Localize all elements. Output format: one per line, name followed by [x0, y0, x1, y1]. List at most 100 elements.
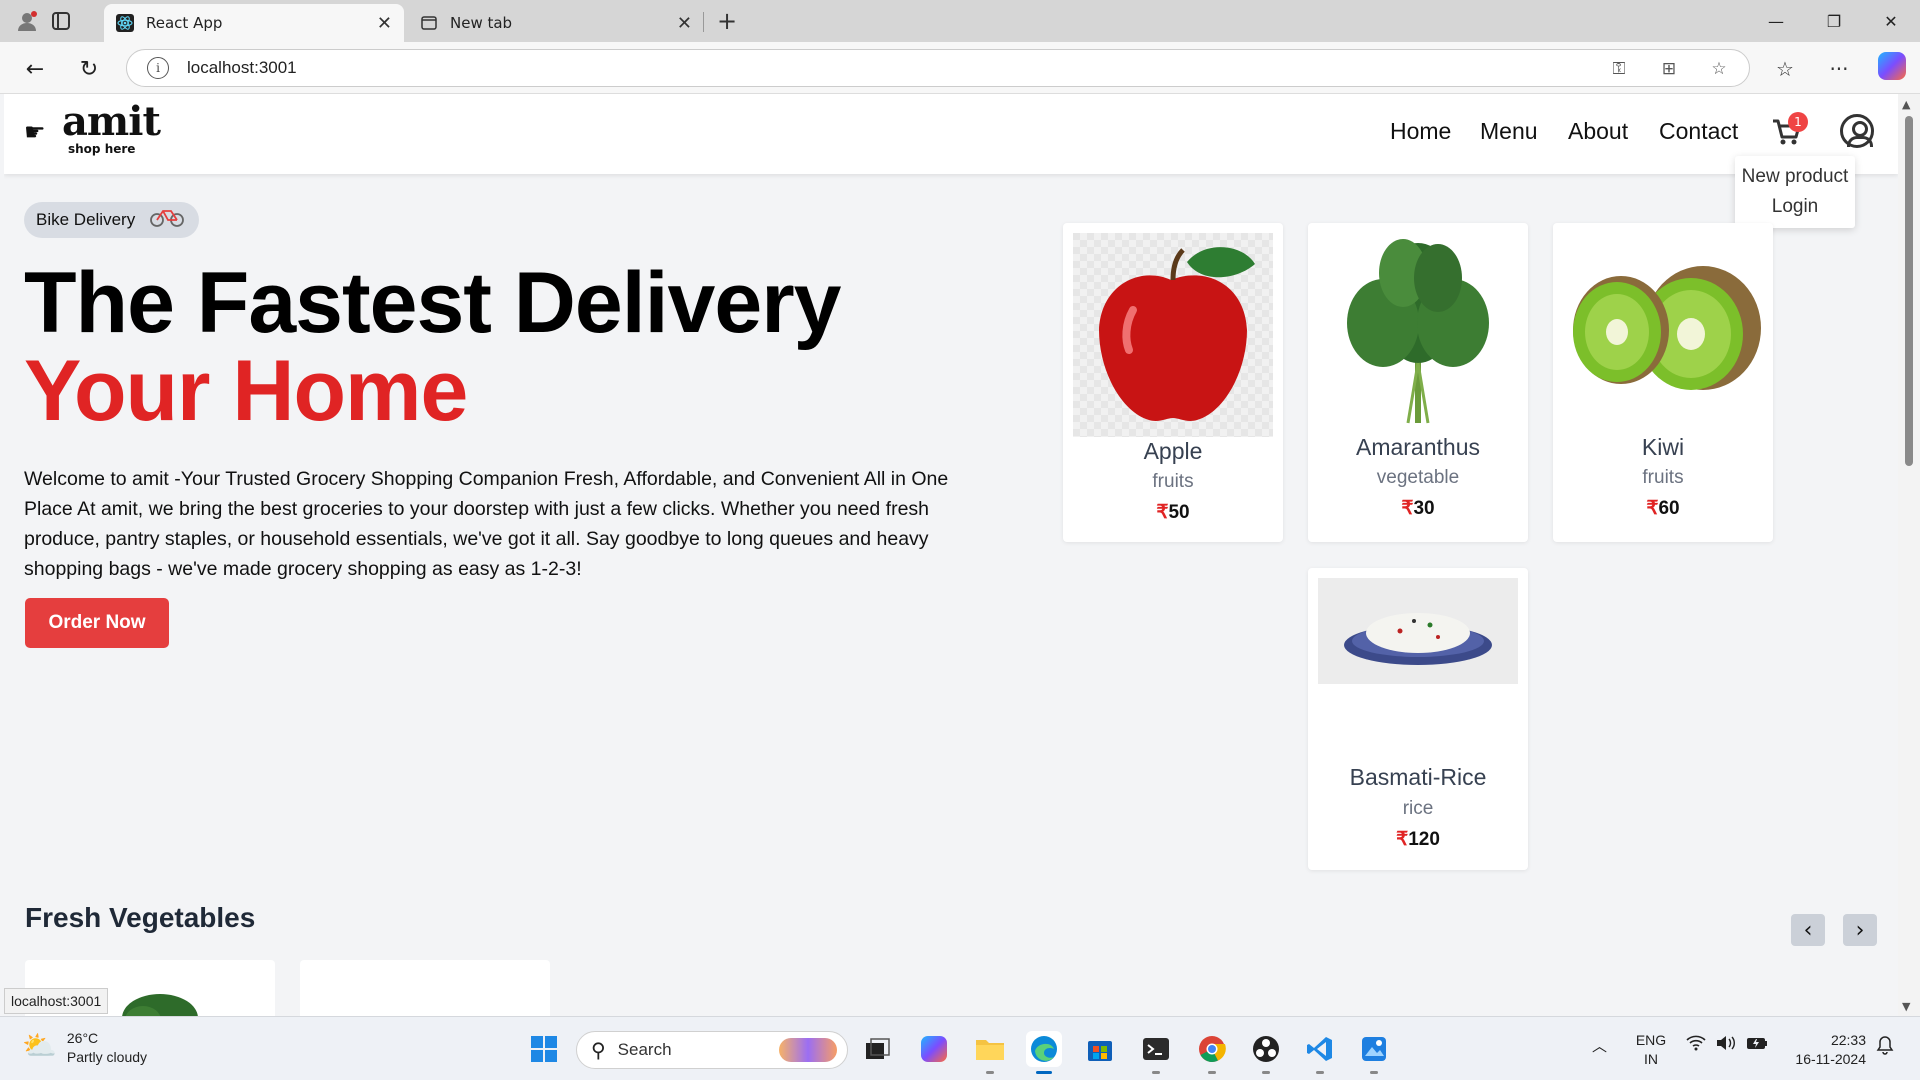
new-tab-button[interactable]: +	[712, 6, 742, 36]
nav-menu-link[interactable]: Menu	[1480, 118, 1538, 145]
tab-separator	[703, 12, 704, 32]
nav-home-link[interactable]: Home	[1390, 118, 1451, 145]
nav-contact-link[interactable]: Contact	[1659, 118, 1738, 145]
product-card-amaranthus[interactable]: Amaranthus vegetable ₹30	[1308, 223, 1528, 542]
apple-image	[1073, 233, 1273, 437]
hero-title-line2: Your Home	[24, 343, 468, 439]
tab-new-tab[interactable]: New tab ✕	[408, 4, 704, 42]
edge-browser-icon[interactable]	[1026, 1031, 1062, 1074]
pointing-hand-icon: ☛	[24, 118, 46, 146]
vegetable-card[interactable]	[300, 960, 550, 1016]
user-account-icon[interactable]	[1840, 114, 1874, 148]
restore-button[interactable]: ❐	[1805, 0, 1863, 42]
bicycle-icon	[149, 206, 185, 234]
key-icon[interactable]: ⚿	[1607, 57, 1631, 81]
product-price: ₹60	[1553, 497, 1773, 520]
price-value: 30	[1413, 498, 1435, 519]
product-name: Basmati-Rice	[1349, 764, 1487, 790]
hero-title-line1: The Fastest Delivery	[24, 255, 841, 351]
site-logo[interactable]: ☛ amit shop here	[22, 98, 161, 160]
app-available-icon[interactable]: ⊞	[1657, 57, 1681, 81]
browser-tab-bar: React App ✕ New tab ✕ + — ❐ ✕	[0, 0, 1920, 42]
address-toolbar: ← ↻ i localhost:3001 ⚿ ⊞ ☆ ☆ ···	[0, 42, 1920, 94]
amaranthus-image	[1318, 233, 1518, 433]
tab-actions-icon[interactable]	[46, 6, 76, 36]
taskbar-search[interactable]: ⚲ Search	[576, 1031, 848, 1069]
battery-icon[interactable]	[1746, 1035, 1768, 1055]
login-menu-item[interactable]: Login	[1735, 192, 1855, 222]
search-highlight-image	[779, 1038, 837, 1062]
product-card-basmati-rice[interactable]: Basmati-Rice rice ₹120	[1308, 568, 1528, 870]
user-dropdown-menu: New product Login	[1735, 156, 1855, 228]
cart-icon[interactable]: 1	[1770, 112, 1808, 152]
file-explorer-icon[interactable]	[972, 1031, 1008, 1074]
volume-icon[interactable]	[1716, 1035, 1736, 1055]
tab-react-app[interactable]: React App ✕	[104, 4, 404, 42]
photos-app-icon[interactable]	[1356, 1031, 1392, 1074]
address-bar[interactable]: i localhost:3001 ⚿ ⊞ ☆	[126, 49, 1750, 87]
scrollbar-thumb[interactable]	[1905, 116, 1913, 466]
language-indicator[interactable]: ENG IN	[1634, 1031, 1668, 1069]
scroll-up-icon[interactable]: ▲	[1902, 98, 1910, 111]
windows-start-icon[interactable]	[526, 1031, 562, 1067]
back-arrow-icon[interactable]: ←	[18, 52, 52, 86]
scroll-down-icon[interactable]: ▼	[1902, 1000, 1910, 1013]
product-price: ₹30	[1308, 497, 1528, 520]
notification-bell-icon[interactable]	[1876, 1035, 1894, 1059]
page-scrollbar[interactable]: ▲ ▼	[1898, 94, 1920, 1016]
new-product-menu-item[interactable]: New product	[1735, 162, 1855, 192]
site-info-icon[interactable]: i	[147, 57, 169, 79]
clock-date: 16-11-2024	[1795, 1051, 1866, 1067]
product-name: Amaranthus	[1355, 434, 1480, 460]
windows-taskbar: ⛅ 26°C Partly cloudy ⚲ Search ︿ ENG IN 2…	[0, 1016, 1920, 1080]
badge-label: Bike Delivery	[36, 210, 136, 229]
profile-icon[interactable]	[12, 6, 42, 36]
minimize-button[interactable]: —	[1747, 0, 1805, 42]
task-view-icon[interactable]	[860, 1031, 896, 1067]
tab-title: New tab	[450, 14, 513, 32]
product-card-kiwi[interactable]: Kiwi fruits ₹60	[1553, 223, 1773, 542]
price-value: 50	[1168, 502, 1190, 523]
wifi-icon[interactable]	[1686, 1035, 1706, 1055]
weather-widget[interactable]: ⛅ 26°C Partly cloudy	[22, 1029, 147, 1067]
terminal-icon[interactable]	[1138, 1031, 1174, 1074]
favorite-star-icon[interactable]: ☆	[1707, 57, 1731, 81]
hero-description: Welcome to amit -Your Trusted Grocery Sh…	[24, 468, 949, 580]
cart-count-badge: 1	[1788, 112, 1808, 132]
price-value: 60	[1658, 498, 1680, 519]
kiwi-image	[1563, 233, 1763, 433]
product-card-apple[interactable]: Apple fruits ₹50	[1063, 223, 1283, 542]
weather-temp: 26°C	[66, 1030, 99, 1046]
close-tab-icon[interactable]: ✕	[677, 13, 692, 34]
product-category: vegetable	[1376, 467, 1460, 488]
rupee-symbol: ₹	[1156, 502, 1169, 523]
copilot-icon[interactable]	[1878, 52, 1906, 80]
rupee-symbol: ₹	[1646, 498, 1659, 519]
obs-studio-icon[interactable]	[1248, 1031, 1284, 1074]
chevron-right-icon[interactable]: ›	[1843, 914, 1877, 946]
site-header: ☛ amit shop here Home Menu About Contact…	[4, 94, 1898, 174]
favorites-icon[interactable]: ☆	[1768, 52, 1802, 86]
logo-name: amit	[62, 98, 161, 145]
product-name: Kiwi	[1641, 434, 1685, 460]
basmati-rice-image	[1318, 578, 1518, 684]
close-window-button[interactable]: ✕	[1862, 0, 1920, 42]
nav-about-link[interactable]: About	[1568, 118, 1628, 145]
product-category: fruits	[1152, 471, 1194, 492]
more-options-icon[interactable]: ···	[1822, 52, 1856, 86]
refresh-icon[interactable]: ↻	[72, 52, 106, 86]
show-hidden-icons-chevron-icon[interactable]: ︿	[1592, 1035, 1607, 1056]
microsoft-store-icon[interactable]	[1082, 1031, 1118, 1067]
chevron-left-icon[interactable]: ‹	[1791, 914, 1825, 946]
lang-line2: IN	[1644, 1051, 1658, 1067]
copilot-taskbar-icon[interactable]	[916, 1031, 952, 1067]
system-clock[interactable]: 22:33 16-11-2024	[1786, 1031, 1866, 1069]
chrome-icon[interactable]	[1194, 1031, 1230, 1074]
order-now-button[interactable]: Order Now	[25, 598, 169, 648]
close-tab-icon[interactable]: ✕	[377, 13, 392, 34]
weather-desc: Partly cloudy	[66, 1049, 148, 1065]
url-text[interactable]: localhost:3001	[187, 58, 297, 78]
vscode-icon[interactable]	[1302, 1031, 1338, 1074]
search-label: Search	[617, 1040, 672, 1059]
product-price: ₹120	[1308, 828, 1528, 851]
